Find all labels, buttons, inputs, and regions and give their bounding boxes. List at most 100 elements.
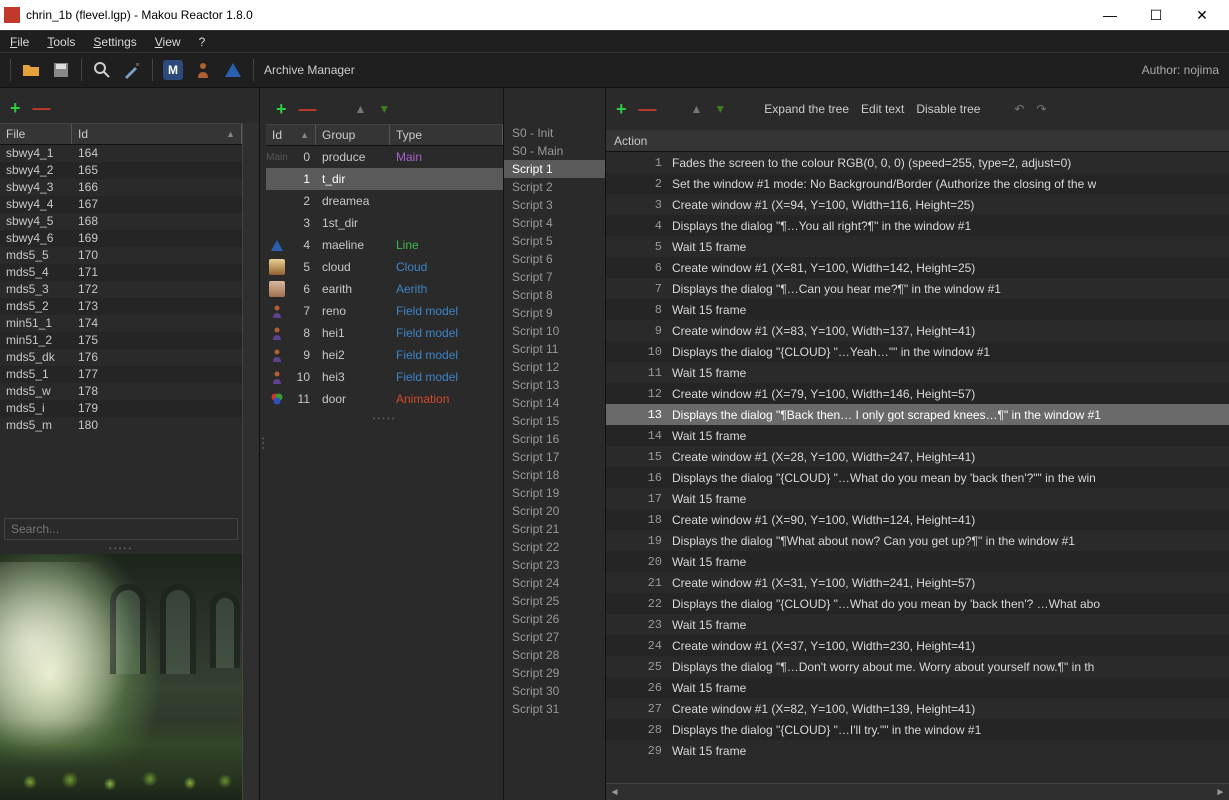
action-row[interactable]: 5Wait 15 frame bbox=[606, 236, 1229, 257]
action-row[interactable]: 6Create window #1 (X=81, Y=100, Width=14… bbox=[606, 257, 1229, 278]
action-row[interactable]: 8Wait 15 frame bbox=[606, 299, 1229, 320]
add-action-button[interactable]: + bbox=[616, 99, 627, 120]
person-icon[interactable] bbox=[193, 60, 213, 80]
action-row[interactable]: 23Wait 15 frame bbox=[606, 614, 1229, 635]
script-item[interactable]: Script 14 bbox=[504, 394, 605, 412]
save-icon[interactable] bbox=[51, 60, 71, 80]
action-row[interactable]: 22Displays the dialog "{CLOUD} "…What do… bbox=[606, 593, 1229, 614]
action-move-down-button[interactable]: ▼ bbox=[714, 102, 726, 116]
script-item[interactable]: Script 31 bbox=[504, 700, 605, 718]
add-file-button[interactable]: + bbox=[10, 98, 21, 119]
group-col-type[interactable]: Type bbox=[390, 125, 503, 145]
action-row[interactable]: 3Create window #1 (X=94, Y=100, Width=11… bbox=[606, 194, 1229, 215]
add-group-button[interactable]: + bbox=[276, 99, 287, 120]
group-row[interactable]: 8hei1Field model bbox=[266, 322, 503, 344]
script-item[interactable]: Script 25 bbox=[504, 592, 605, 610]
action-row[interactable]: 29Wait 15 frame bbox=[606, 740, 1229, 761]
file-row[interactable]: sbwy4_3166 bbox=[0, 179, 242, 196]
action-row[interactable]: 14Wait 15 frame bbox=[606, 425, 1229, 446]
group-row[interactable]: 9hei2Field model bbox=[266, 344, 503, 366]
script-item[interactable]: Script 10 bbox=[504, 322, 605, 340]
script-item[interactable]: Script 16 bbox=[504, 430, 605, 448]
action-table-body[interactable]: 1Fades the screen to the colour RGB(0, 0… bbox=[606, 152, 1229, 783]
action-row[interactable]: 10Displays the dialog "{CLOUD} "…Yeah…""… bbox=[606, 341, 1229, 362]
script-item[interactable]: Script 18 bbox=[504, 466, 605, 484]
script-item[interactable]: Script 13 bbox=[504, 376, 605, 394]
action-row[interactable]: 28Displays the dialog "{CLOUD} "…I'll tr… bbox=[606, 719, 1229, 740]
move-down-button[interactable]: ▼ bbox=[378, 102, 390, 116]
script-list[interactable]: S0 - InitS0 - MainScript 1Script 2Script… bbox=[504, 124, 605, 718]
m-icon[interactable]: M bbox=[163, 60, 183, 80]
action-row[interactable]: 25Displays the dialog "¶…Don't worry abo… bbox=[606, 656, 1229, 677]
action-row[interactable]: 9Create window #1 (X=83, Y=100, Width=13… bbox=[606, 320, 1229, 341]
script-item[interactable]: Script 2 bbox=[504, 178, 605, 196]
scroll-track[interactable] bbox=[623, 784, 1212, 800]
file-col-file[interactable]: File bbox=[0, 124, 72, 144]
scroll-left-button[interactable]: ◄ bbox=[606, 784, 623, 800]
remove-file-button[interactable]: — bbox=[33, 98, 51, 119]
menu-file[interactable]: File bbox=[10, 35, 29, 49]
action-row[interactable]: 1Fades the screen to the colour RGB(0, 0… bbox=[606, 152, 1229, 173]
maximize-button[interactable]: ☐ bbox=[1133, 0, 1179, 30]
menu-view[interactable]: View bbox=[155, 35, 181, 49]
group-col-group[interactable]: Group bbox=[316, 125, 390, 145]
file-row[interactable]: mds5_m180 bbox=[0, 417, 242, 434]
script-item[interactable]: Script 22 bbox=[504, 538, 605, 556]
script-item[interactable]: S0 - Main bbox=[504, 142, 605, 160]
file-table-body[interactable]: sbwy4_1164sbwy4_2165sbwy4_3166sbwy4_4167… bbox=[0, 145, 242, 434]
action-row[interactable]: 12Create window #1 (X=79, Y=100, Width=1… bbox=[606, 383, 1229, 404]
group-row[interactable]: 4maelineLine bbox=[266, 234, 503, 256]
action-row[interactable]: 2Set the window #1 mode: No Background/B… bbox=[606, 173, 1229, 194]
file-row[interactable]: mds5_3172 bbox=[0, 281, 242, 298]
file-row[interactable]: mds5_dk176 bbox=[0, 349, 242, 366]
group-row[interactable]: 6earithAerith bbox=[266, 278, 503, 300]
edit-text-button[interactable]: Edit text bbox=[861, 102, 904, 116]
menu-settings[interactable]: Settings bbox=[93, 35, 136, 49]
action-row[interactable]: 27Create window #1 (X=82, Y=100, Width=1… bbox=[606, 698, 1229, 719]
archive-manager-button[interactable]: Archive Manager bbox=[264, 63, 355, 77]
action-row[interactable]: 4Displays the dialog "¶…You all right?¶"… bbox=[606, 215, 1229, 236]
script-item[interactable]: Script 15 bbox=[504, 412, 605, 430]
file-row[interactable]: mds5_2173 bbox=[0, 298, 242, 315]
remove-action-button[interactable]: — bbox=[639, 99, 657, 120]
script-item[interactable]: Script 27 bbox=[504, 628, 605, 646]
script-item[interactable]: Script 4 bbox=[504, 214, 605, 232]
file-row[interactable]: sbwy4_1164 bbox=[0, 145, 242, 162]
action-row[interactable]: 24Create window #1 (X=37, Y=100, Width=2… bbox=[606, 635, 1229, 656]
action-row[interactable]: 17Wait 15 frame bbox=[606, 488, 1229, 509]
action-row[interactable]: 7Displays the dialog "¶…Can you hear me?… bbox=[606, 278, 1229, 299]
redo-icon[interactable]: ↷ bbox=[1036, 102, 1046, 116]
expand-tree-button[interactable]: Expand the tree bbox=[764, 102, 849, 116]
scroll-right-button[interactable]: ► bbox=[1212, 784, 1229, 800]
file-row[interactable]: min51_1174 bbox=[0, 315, 242, 332]
script-item[interactable]: Script 17 bbox=[504, 448, 605, 466]
open-folder-icon[interactable] bbox=[21, 60, 41, 80]
script-item[interactable]: Script 21 bbox=[504, 520, 605, 538]
horizontal-splitter[interactable]: ••••• bbox=[0, 544, 242, 550]
menu-help[interactable]: ? bbox=[199, 35, 206, 49]
action-row[interactable]: 11Wait 15 frame bbox=[606, 362, 1229, 383]
script-item[interactable]: Script 6 bbox=[504, 250, 605, 268]
file-row[interactable]: sbwy4_5168 bbox=[0, 213, 242, 230]
script-item[interactable]: Script 30 bbox=[504, 682, 605, 700]
group-row[interactable]: Main0produceMain bbox=[266, 146, 503, 168]
sword-icon[interactable] bbox=[122, 60, 142, 80]
menu-tools[interactable]: Tools bbox=[47, 35, 75, 49]
script-item[interactable]: Script 9 bbox=[504, 304, 605, 322]
group-row[interactable]: 31st_dir bbox=[266, 212, 503, 234]
group-table-body[interactable]: Main0produceMain1t_dir2dreamea31st_dir4m… bbox=[266, 146, 503, 410]
script-item[interactable]: Script 8 bbox=[504, 286, 605, 304]
script-item[interactable]: Script 1 bbox=[504, 160, 605, 178]
action-row[interactable]: 26Wait 15 frame bbox=[606, 677, 1229, 698]
script-item[interactable]: Script 11 bbox=[504, 340, 605, 358]
script-item[interactable]: Script 20 bbox=[504, 502, 605, 520]
action-row[interactable]: 15Create window #1 (X=28, Y=100, Width=2… bbox=[606, 446, 1229, 467]
action-row[interactable]: 16Displays the dialog "{CLOUD} "…What do… bbox=[606, 467, 1229, 488]
script-item[interactable]: Script 29 bbox=[504, 664, 605, 682]
close-button[interactable]: ✕ bbox=[1179, 0, 1225, 30]
minimize-button[interactable]: — bbox=[1087, 0, 1133, 30]
group-row[interactable]: 7renoField model bbox=[266, 300, 503, 322]
file-row[interactable]: mds5_i179 bbox=[0, 400, 242, 417]
move-up-button[interactable]: ▲ bbox=[355, 102, 367, 116]
script-item[interactable]: Script 26 bbox=[504, 610, 605, 628]
